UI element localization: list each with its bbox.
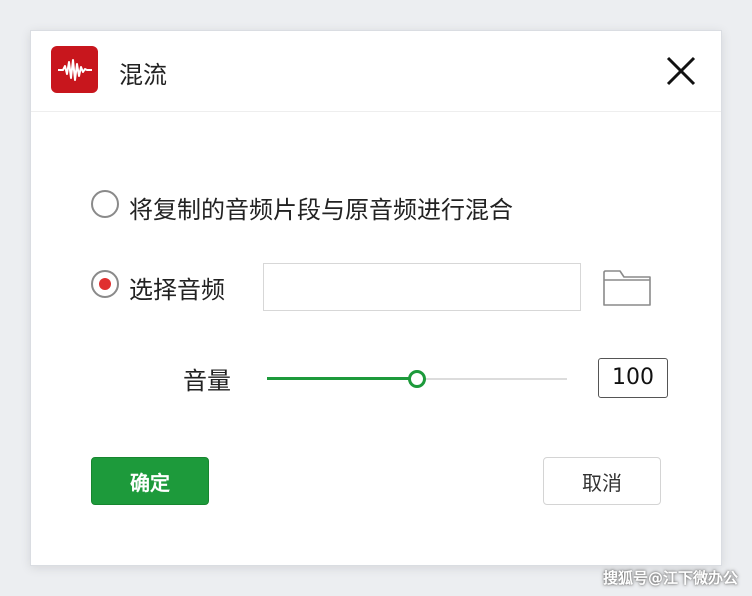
cancel-button[interactable]: 取消	[543, 457, 661, 505]
volume-slider-fill	[267, 377, 417, 380]
mix-copied-radio[interactable]	[91, 190, 119, 218]
folder-icon[interactable]	[601, 265, 653, 309]
select-audio-label[interactable]: 选择音频	[129, 270, 225, 305]
volume-slider-handle[interactable]	[408, 370, 426, 388]
volume-slider[interactable]	[267, 366, 567, 392]
mix-copied-label[interactable]: 将复制的音频片段与原音频进行混合	[129, 190, 513, 225]
dialog-titlebar: 混流	[31, 31, 721, 112]
close-icon[interactable]	[663, 53, 699, 89]
volume-label: 音量	[183, 367, 231, 395]
ok-button[interactable]: 确定	[91, 457, 209, 505]
audio-file-field[interactable]	[263, 263, 581, 311]
mix-dialog: 混流 将复制的音频片段与原音频进行混合 选择音频 音量 100 确定 取消	[30, 30, 722, 566]
dialog-title: 混流	[119, 61, 167, 89]
audio-waveform-icon	[51, 46, 98, 93]
volume-value-field[interactable]: 100	[598, 358, 668, 398]
watermark: 搜狐号@江下微办公	[602, 569, 738, 587]
select-audio-radio[interactable]	[91, 270, 119, 298]
